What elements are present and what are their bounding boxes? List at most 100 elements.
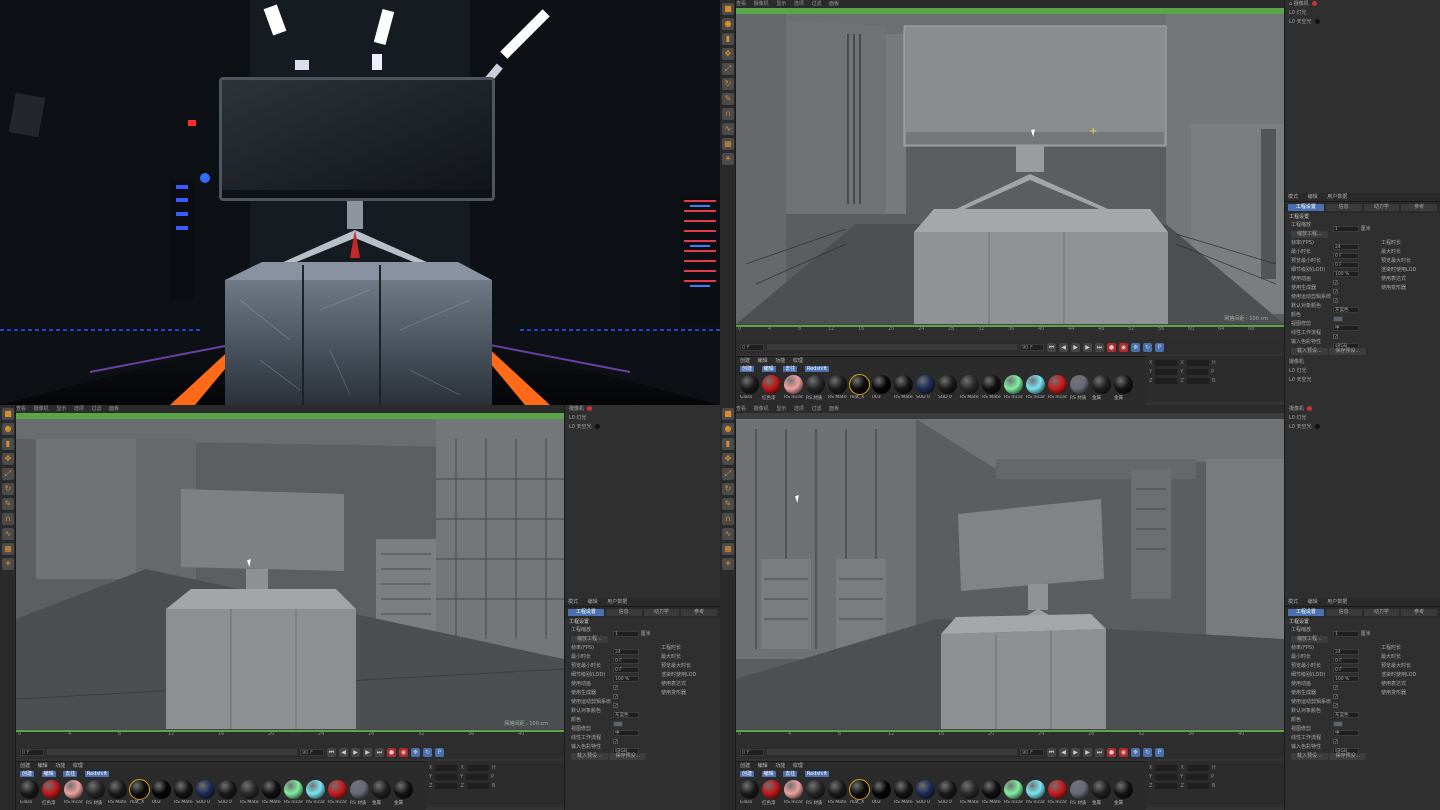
mat-menu-function[interactable]: 功能 bbox=[55, 763, 65, 769]
mat-tab-redshift[interactable]: Redshift bbox=[804, 366, 830, 372]
load-preset-button[interactable]: 载入预设... bbox=[1291, 348, 1328, 355]
material-swatch[interactable] bbox=[1026, 780, 1045, 799]
coord-sz-field[interactable] bbox=[1186, 782, 1209, 789]
next-key-icon[interactable]: ▶ bbox=[1083, 342, 1092, 352]
start-frame-field[interactable]: 0 F bbox=[740, 748, 764, 756]
material-swatch[interactable] bbox=[762, 375, 781, 394]
key-rotation-icon[interactable]: ↻ bbox=[1143, 747, 1152, 757]
menu-view[interactable]: 查看 bbox=[736, 406, 746, 412]
timeline-ruler[interactable]: 0 4 8 12 16 20 24 28 32 36 40 bbox=[736, 729, 1284, 745]
mat-tab-edit[interactable]: 编辑 bbox=[41, 771, 56, 777]
attr-menu-mode[interactable]: 模式 bbox=[1288, 194, 1298, 200]
attr-menu-edit[interactable]: 编辑 bbox=[1308, 599, 1318, 605]
material-swatch[interactable] bbox=[916, 375, 935, 394]
coord-sy-field[interactable] bbox=[1186, 368, 1209, 375]
tab-reference[interactable]: 参考 bbox=[681, 609, 717, 616]
cylinder-icon[interactable]: ▮ bbox=[722, 33, 734, 45]
mat-tab-goto[interactable]: 去往 bbox=[783, 366, 798, 372]
goto-end-icon[interactable]: ⏭ bbox=[375, 747, 384, 757]
material-swatch[interactable] bbox=[284, 780, 303, 799]
prev-key-icon[interactable]: ◀ bbox=[1059, 747, 1068, 757]
coord-x-field[interactable] bbox=[1155, 359, 1178, 366]
object-row-sky[interactable]: L0 天空光 bbox=[1285, 18, 1440, 27]
coord-sy-field[interactable] bbox=[466, 773, 489, 780]
brush-icon[interactable]: ✎ bbox=[2, 498, 14, 510]
material-swatch[interactable] bbox=[894, 780, 913, 799]
material-swatch[interactable] bbox=[1092, 375, 1111, 394]
record-icon[interactable]: ● bbox=[1107, 747, 1116, 757]
mat-tab-create[interactable]: 创建 bbox=[740, 771, 755, 777]
tab-reference[interactable]: 参考 bbox=[1401, 204, 1437, 211]
next-key-icon[interactable]: ▶ bbox=[363, 747, 372, 757]
mat-menu-create[interactable]: 创建 bbox=[20, 763, 30, 769]
mat-menu-function[interactable]: 功能 bbox=[775, 358, 785, 364]
light-tool-icon[interactable]: ☀ bbox=[2, 558, 14, 570]
scale-project-button[interactable]: 缩放工程... bbox=[1291, 636, 1328, 643]
rotate-icon[interactable]: ↻ bbox=[722, 483, 734, 495]
material-swatch[interactable] bbox=[129, 779, 150, 800]
material-swatch[interactable] bbox=[86, 780, 105, 799]
material-swatch[interactable] bbox=[1070, 375, 1089, 394]
frame-range-slider[interactable] bbox=[767, 749, 1017, 755]
material-swatch[interactable] bbox=[1004, 780, 1023, 799]
frame-range-slider[interactable] bbox=[47, 749, 297, 755]
spline-icon[interactable]: ∿ bbox=[722, 528, 734, 540]
mat-tab-create[interactable]: 创建 bbox=[740, 366, 755, 372]
spline-icon[interactable]: ∿ bbox=[722, 123, 734, 135]
move-icon[interactable]: ✥ bbox=[722, 48, 734, 60]
menu-display[interactable]: 显示 bbox=[56, 406, 66, 412]
menu-panel[interactable]: 面板 bbox=[829, 1, 839, 7]
material-swatch[interactable] bbox=[174, 780, 193, 799]
tab-info[interactable]: 信息 bbox=[605, 609, 642, 616]
mat-menu-texture[interactable]: 纹理 bbox=[793, 763, 803, 769]
material-swatch[interactable] bbox=[1048, 375, 1067, 394]
light-tool-icon[interactable]: ☀ bbox=[722, 558, 734, 570]
key-position-icon[interactable]: ✥ bbox=[1131, 747, 1140, 757]
attr-menu-userdata[interactable]: 用户数据 bbox=[1327, 194, 1347, 200]
material-swatch[interactable] bbox=[960, 780, 979, 799]
cylinder-icon[interactable]: ▮ bbox=[722, 438, 734, 450]
material-swatch[interactable] bbox=[64, 780, 83, 799]
play-icon[interactable]: ▶ bbox=[1071, 342, 1080, 352]
save-preset-button[interactable]: 保存预设... bbox=[1329, 348, 1367, 355]
coord-sz-field[interactable] bbox=[1186, 377, 1209, 384]
magnet-icon[interactable]: ∩ bbox=[722, 108, 734, 120]
tab-project-settings[interactable]: 工程设置 bbox=[568, 609, 604, 616]
mat-tab-goto[interactable]: 去往 bbox=[783, 771, 798, 777]
menu-options[interactable]: 选项 bbox=[794, 1, 804, 7]
brush-icon[interactable]: ✎ bbox=[722, 93, 734, 105]
magnet-icon[interactable]: ∩ bbox=[2, 513, 14, 525]
mat-menu-create[interactable]: 创建 bbox=[740, 763, 750, 769]
mat-tab-create[interactable]: 创建 bbox=[20, 771, 35, 777]
spline-icon[interactable]: ∿ bbox=[2, 528, 14, 540]
material-swatch[interactable] bbox=[1114, 375, 1133, 394]
next-key-icon[interactable]: ▶ bbox=[1083, 747, 1092, 757]
end-frame-field[interactable]: 90 F bbox=[1020, 748, 1044, 756]
scale-project-button[interactable]: 缩放工程... bbox=[1291, 231, 1328, 238]
object-row-light[interactable]: L0 灯光 bbox=[1285, 367, 1440, 376]
object-row-light[interactable]: L0 灯光 bbox=[565, 414, 720, 423]
sphere-icon[interactable]: ● bbox=[722, 18, 734, 30]
sphere-icon[interactable]: ● bbox=[2, 423, 14, 435]
start-frame-field[interactable]: 0 F bbox=[20, 748, 44, 756]
material-swatch[interactable] bbox=[306, 780, 325, 799]
timeline-ruler[interactable]: 0 4 8 12 16 20 24 28 32 36 40 bbox=[16, 729, 564, 745]
coord-y-field[interactable] bbox=[1155, 773, 1178, 780]
tab-reference[interactable]: 参考 bbox=[1401, 609, 1437, 616]
attr-menu-edit[interactable]: 编辑 bbox=[588, 599, 598, 605]
coord-sx-field[interactable] bbox=[466, 764, 489, 771]
mat-tab-edit[interactable]: 编辑 bbox=[761, 366, 776, 372]
start-frame-field[interactable]: 0 F bbox=[740, 343, 764, 351]
object-row-sky[interactable]: L0 天空光 bbox=[1285, 423, 1440, 432]
record-icon[interactable]: ● bbox=[387, 747, 396, 757]
menu-filter[interactable]: 过滤 bbox=[811, 406, 821, 412]
mat-tab-goto[interactable]: 去往 bbox=[63, 771, 78, 777]
scale-icon[interactable]: ⤢ bbox=[722, 468, 734, 480]
menu-view[interactable]: 查看 bbox=[736, 1, 746, 7]
material-swatch[interactable] bbox=[1004, 375, 1023, 394]
goto-start-icon[interactable]: ⏮ bbox=[1047, 342, 1056, 352]
material-swatch[interactable] bbox=[152, 780, 171, 799]
material-swatch[interactable] bbox=[20, 780, 39, 799]
scale-icon[interactable]: ⤢ bbox=[722, 63, 734, 75]
grid-icon[interactable]: ▦ bbox=[722, 543, 734, 555]
